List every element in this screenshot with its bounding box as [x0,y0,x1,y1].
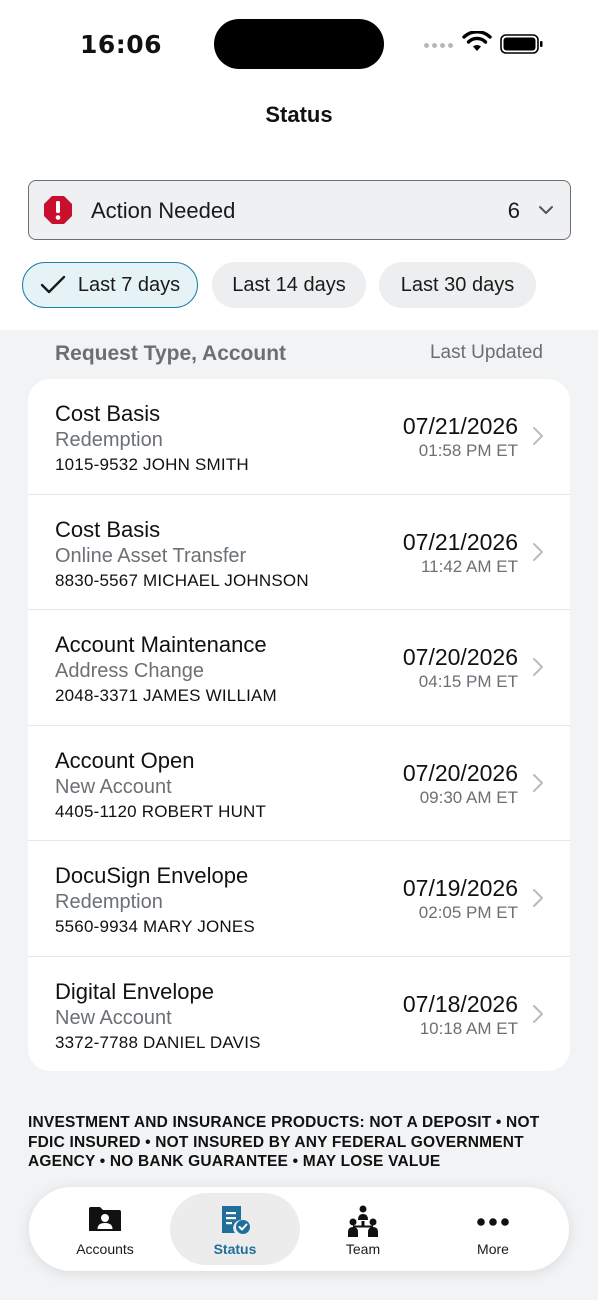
request-date: 07/20/2026 [402,759,518,786]
request-time: 10:18 AM ET [419,1018,518,1038]
dynamic-island [214,19,384,69]
request-row[interactable]: Cost Basis Redemption 1015-9532 JOHN SMI… [28,379,570,495]
filter-count: 6 [507,198,520,223]
request-date: 07/21/2026 [402,413,518,439]
team-people-icon [298,1205,428,1239]
battery-icon [500,34,543,54]
request-subtype: New Account [55,775,172,798]
request-date: 07/19/2026 [402,875,518,901]
chip-label: Last 30 days [400,273,515,296]
request-date: 07/18/2026 [402,990,518,1017]
tab-status[interactable]: Status [170,1193,300,1265]
requests-list: Cost Basis Redemption 1015-9532 JOHN SMI… [28,379,570,1071]
chevron-right-icon [533,658,543,676]
column-header-request-type: Request Type, Account [55,342,287,365]
column-header-last-updated: Last Updated [429,342,543,363]
page-title: Status [265,102,333,127]
checkmark-icon [40,275,66,295]
request-subtype: Address Change [55,660,204,682]
request-type: Account Open [55,747,195,773]
request-row[interactable]: Account Maintenance Address Change 2048-… [28,610,570,726]
request-account: 5560-9934 MARY JONES [55,917,255,936]
tab-accounts[interactable]: Accounts [40,1193,170,1265]
request-account: 4405-1120 ROBERT HUNT [55,801,267,821]
request-row[interactable]: Account Open New Account 4405-1120 ROBER… [28,726,570,841]
request-date: 07/21/2026 [402,528,518,555]
request-row[interactable]: DocuSign Envelope Redemption 5560-9934 M… [28,841,570,957]
wifi-icon [462,31,492,51]
header-area: 16:06 Status Action Needed 6 Last 7 days… [0,0,598,330]
request-subtype: New Account [55,1006,172,1029]
request-row[interactable]: Cost Basis Online Asset Transfer 8830-55… [28,495,570,610]
chevron-right-icon [533,1004,543,1023]
request-time: 04:15 PM ET [418,672,518,691]
status-time: 16:06 [80,30,163,59]
filter-label: Action Needed [91,198,236,223]
tab-label: Accounts [76,1241,134,1257]
tab-team[interactable]: Team [298,1193,428,1265]
request-account: 2048-3371 JAMES WILLIAM [55,686,277,705]
tab-label: Status [213,1241,257,1257]
action-filter-dropdown[interactable]: Action Needed 6 [28,180,571,240]
chip-label: Last 14 days [232,273,346,296]
chevron-right-icon [533,427,543,445]
request-type: DocuSign Envelope [55,863,249,888]
request-subtype: Online Asset Transfer [55,544,247,567]
chevron-right-icon [533,889,543,907]
chevron-down-icon [539,206,553,214]
request-time: 11:42 AM ET [420,556,518,576]
status-bar: 16:06 [0,0,598,90]
request-account: 3372-7788 DANIEL DAVIS [55,1032,261,1052]
request-type: Cost Basis [55,401,161,426]
tab-bar: Accounts Status Team More [29,1187,569,1271]
request-account: 8830-5567 MICHAEL JOHNSON [55,570,309,590]
request-subtype: Redemption [55,891,163,913]
tab-label: More [477,1241,509,1257]
request-subtype: Redemption [55,429,163,451]
cellular-signal-icon [424,43,453,48]
chip-last-14-days[interactable]: Last 14 days [212,262,366,308]
more-dots-icon [428,1205,558,1233]
status-document-check-icon [170,1205,300,1235]
tab-label: Team [345,1241,381,1257]
chevron-right-icon [533,773,543,792]
alert-octagon-icon [44,196,72,224]
request-date: 07/20/2026 [402,644,518,670]
request-type: Account Maintenance [55,632,267,657]
chip-last-7-days[interactable]: Last 7 days [22,262,198,308]
chip-label: Last 7 days [77,273,181,296]
request-time: 02:05 PM ET [418,903,518,922]
request-time: 09:30 AM ET [419,787,518,807]
folder-person-icon [40,1205,170,1233]
chip-last-30-days[interactable]: Last 30 days [379,262,536,308]
request-row[interactable]: Digital Envelope New Account 3372-7788 D… [28,957,570,1072]
request-time: 01:58 PM ET [418,441,518,460]
tab-more[interactable]: More [428,1193,558,1265]
request-account: 1015-9532 JOHN SMITH [55,455,249,474]
chevron-right-icon [533,542,543,561]
request-type: Digital Envelope [55,978,214,1004]
investment-disclaimer: INVESTMENT AND INSURANCE PRODUCTS: NOT A… [28,1114,540,1170]
request-type: Cost Basis [55,516,161,542]
